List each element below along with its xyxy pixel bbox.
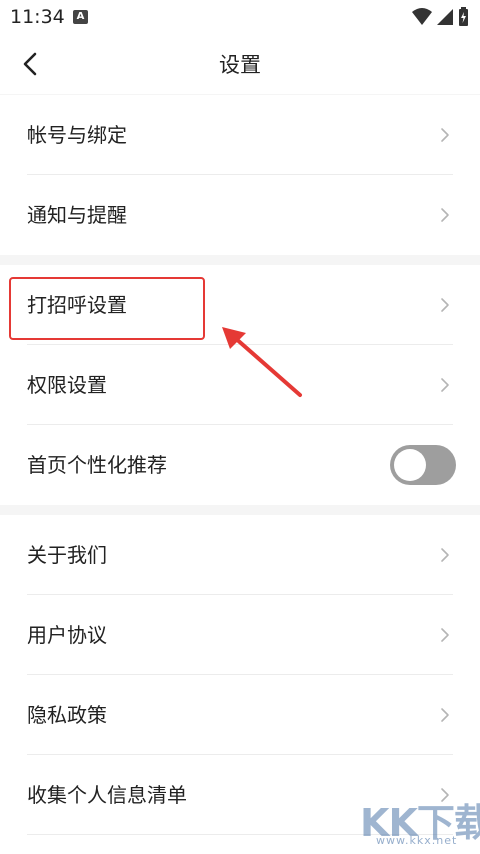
status-icons [412,7,468,26]
row-label: 隐私政策 [27,703,107,727]
chevron-right-icon [441,208,449,222]
battery-charging-icon [459,7,468,26]
personalized-recommendation-toggle[interactable] [390,445,456,485]
row-label: 用户协议 [27,623,107,647]
row-label: 收集个人信息清单 [27,783,187,807]
cellular-signal-icon [437,9,453,25]
settings-row-user-agreement[interactable]: 用户协议 [0,595,480,675]
a-letter-icon: A [73,10,88,24]
annotation-arrow-icon [222,327,302,397]
page-title: 设置 [219,53,261,77]
chevron-right-icon [441,128,449,142]
row-label: 通知与提醒 [27,203,127,227]
settings-group-account: 帐号与绑定 通知与提醒 [0,95,480,255]
settings-row-about-us[interactable]: 关于我们 [0,515,480,595]
chevron-right-icon [441,628,449,642]
row-label: 关于我们 [27,543,107,567]
settings-row-account-binding[interactable]: 帐号与绑定 [0,95,480,175]
status-bar: 11:34 A [0,0,480,34]
chevron-right-icon [441,378,449,392]
settings-row-notifications[interactable]: 通知与提醒 [0,175,480,255]
settings-screen: 11:34 A 设置 帐号与绑定 通知与提醒 打招呼设置 权限设置 首页个性化推… [0,0,480,854]
row-label: 帐号与绑定 [27,123,127,147]
chevron-right-icon [441,548,449,562]
row-label: 权限设置 [27,373,107,397]
annotation-highlight-box [9,277,205,340]
nav-bar: 设置 [0,34,480,94]
settings-row-privacy-policy[interactable]: 隐私政策 [0,675,480,755]
wifi-icon [412,8,432,25]
chevron-right-icon [441,708,449,722]
watermark-url: www.kkx.net [376,834,458,847]
kkx-watermark: KK下载 www.kkx.net [342,792,480,850]
row-label: 首页个性化推荐 [27,453,167,477]
toggle-knob [394,449,426,481]
chevron-right-icon [441,298,449,312]
settings-row-personalized-recommendation: 首页个性化推荐 [0,425,480,505]
status-time: 11:34 [10,6,65,28]
